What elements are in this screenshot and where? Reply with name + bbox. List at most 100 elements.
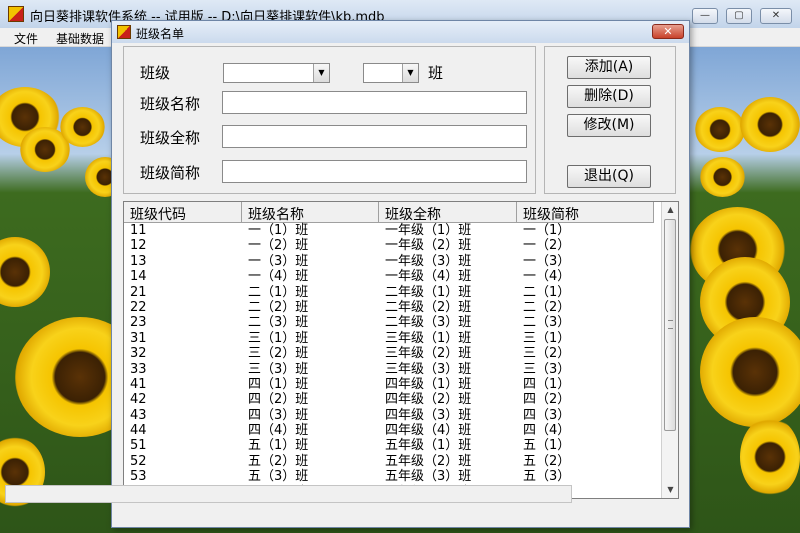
cell-code: 23 [130, 315, 147, 331]
cell-name: 三（2）班 [248, 346, 309, 362]
column-header-shortname[interactable]: 班级简称 [523, 204, 579, 224]
dialog-close-icon[interactable]: ✕ [652, 24, 684, 39]
table-row[interactable]: 33 三（3）班 三年级（3）班 三（3） [124, 362, 654, 377]
cell-code: 53 [130, 469, 147, 485]
cell-shortname: 二（2） [523, 299, 571, 315]
scroll-down-icon[interactable]: ▼ [662, 482, 678, 498]
cell-name: 一（1）班 [248, 223, 309, 238]
table-row[interactable]: 51 五（1）班 五年级（1）班 五（1） [124, 438, 654, 453]
table-row[interactable]: 13 一（3）班 一年级（3）班 一（3） [124, 254, 654, 269]
cell-shortname: 三（3） [523, 361, 571, 377]
vertical-scrollbar[interactable]: ▲ ▼ [661, 202, 678, 498]
cell-code: 22 [130, 299, 147, 315]
dialog-title-bar: 班级名单 ✕ [112, 21, 689, 43]
chevron-down-icon[interactable]: ▼ [313, 64, 329, 82]
cell-fullname: 一年级（3）班 [385, 253, 472, 269]
cell-fullname: 四年级（4）班 [385, 423, 472, 439]
column-header-fullname[interactable]: 班级全称 [385, 204, 441, 224]
cell-fullname: 五年级（2）班 [385, 453, 472, 469]
cell-shortname: 一（2） [523, 238, 571, 254]
table-body: 11 一（1）班 一年级（1）班 一（1） 12 一（2）班 一年级（2）班 一（2） 13 一（… [124, 223, 654, 498]
cell-fullname: 五年级（3）班 [385, 469, 472, 485]
cell-code: 32 [130, 346, 147, 362]
cell-fullname: 一年级（1）班 [385, 223, 472, 238]
cell-shortname: 四（4） [523, 423, 571, 439]
maximize-icon[interactable]: ▢ [726, 8, 752, 24]
cell-shortname: 五（1） [523, 438, 571, 454]
column-header-name[interactable]: 班级名称 [248, 204, 304, 224]
table-row[interactable]: 14 一（4）班 一年级（4）班 一（4） [124, 269, 654, 284]
cell-shortname: 一（3） [523, 253, 571, 269]
sunflower-dialog-icon [117, 25, 131, 39]
table-row[interactable]: 11 一（1）班 一年级（1）班 一（1） [124, 223, 654, 238]
delete-button[interactable]: 删除(D) [567, 85, 651, 108]
class-label: 班级 [140, 64, 171, 82]
cell-code: 14 [130, 269, 147, 285]
cell-shortname: 二（3） [523, 315, 571, 331]
menu-file[interactable]: 文件 [14, 30, 38, 47]
cell-fullname: 四年级（1）班 [385, 376, 472, 392]
chevron-down-icon[interactable]: ▼ [402, 64, 418, 82]
edit-button[interactable]: 修改(M) [567, 114, 651, 137]
cell-name: 四（4）班 [248, 423, 309, 439]
cell-fullname: 三年级（3）班 [385, 361, 472, 377]
menu-basic-data[interactable]: 基础数据 [56, 30, 104, 47]
cell-fullname: 三年级（1）班 [385, 330, 472, 346]
table-row[interactable]: 12 一（2）班 一年级（2）班 一（2） [124, 238, 654, 253]
cell-code: 44 [130, 423, 147, 439]
cell-code: 31 [130, 330, 147, 346]
cell-shortname: 四（1） [523, 376, 571, 392]
cell-name: 二（2）班 [248, 299, 309, 315]
table-row[interactable]: 32 三（2）班 三年级（2）班 三（2） [124, 346, 654, 361]
table-row[interactable]: 31 三（1）班 三年级（1）班 三（1） [124, 331, 654, 346]
cell-shortname: 四（2） [523, 392, 571, 408]
cell-name: 四（1）班 [248, 376, 309, 392]
dialog-title: 班级名单 [136, 27, 185, 41]
class-fullname-label: 班级全称 [140, 129, 201, 147]
table-row[interactable]: 53 五（3）班 五年级（3）班 五（3） [124, 469, 654, 484]
class-fullname-input[interactable] [222, 125, 527, 148]
grade-select[interactable]: ▼ [223, 63, 330, 83]
class-suffix-label: 班 [428, 64, 444, 82]
cell-shortname: 三（2） [523, 346, 571, 362]
cell-fullname: 二年级（3）班 [385, 315, 472, 331]
class-name-input[interactable] [222, 91, 527, 114]
cell-fullname: 四年级（3）班 [385, 407, 472, 423]
cell-name: 四（3）班 [248, 407, 309, 423]
table-row[interactable]: 44 四（4）班 四年级（4）班 四（4） [124, 423, 654, 438]
table-row[interactable]: 52 五（2）班 五年级（2）班 五（2） [124, 454, 654, 469]
table-row[interactable]: 42 四（2）班 四年级（2）班 四（2） [124, 392, 654, 407]
minimize-icon[interactable]: — [692, 8, 718, 24]
table-row[interactable]: 43 四（3）班 四年级（3）班 四（3） [124, 408, 654, 423]
table-row[interactable]: 23 二（3）班 二年级（3）班 二（3） [124, 315, 654, 330]
cell-name: 五（3）班 [248, 469, 309, 485]
cell-name: 一（4）班 [248, 269, 309, 285]
column-header-code[interactable]: 班级代码 [130, 204, 186, 224]
table-header: 班级代码 班级名称 班级全称 班级简称 [124, 202, 654, 223]
table-row[interactable]: 22 二（2）班 二年级（2）班 二（2） [124, 300, 654, 315]
scrollbar-thumb[interactable] [664, 219, 676, 431]
cell-code: 13 [130, 253, 147, 269]
cell-shortname: 一（4） [523, 269, 571, 285]
cell-code: 42 [130, 392, 147, 408]
cell-code: 11 [130, 223, 147, 238]
class-shortname-input[interactable] [222, 160, 527, 183]
class-number-select[interactable]: ▼ [363, 63, 419, 83]
cell-fullname: 一年级（4）班 [385, 269, 472, 285]
scroll-up-icon[interactable]: ▲ [662, 202, 678, 218]
cell-shortname: 四（3） [523, 407, 571, 423]
status-bar [5, 485, 572, 503]
cell-code: 52 [130, 453, 147, 469]
main-close-icon[interactable]: ✕ [760, 8, 792, 24]
exit-button[interactable]: 退出(Q) [567, 165, 651, 188]
cell-fullname: 二年级（1）班 [385, 284, 472, 300]
cell-code: 41 [130, 376, 147, 392]
cell-name: 三（3）班 [248, 361, 309, 377]
add-button[interactable]: 添加(A) [567, 56, 651, 79]
table-row[interactable]: 21 二（1）班 二年级（1）班 二（1） [124, 285, 654, 300]
cell-name: 五（2）班 [248, 453, 309, 469]
cell-code: 43 [130, 407, 147, 423]
table-row[interactable]: 41 四（1）班 四年级（1）班 四（1） [124, 377, 654, 392]
cell-name: 一（3）班 [248, 253, 309, 269]
class-table[interactable]: 班级代码 班级名称 班级全称 班级简称 11 一（1）班 一年级（1）班 一（1） 12… [123, 201, 679, 499]
